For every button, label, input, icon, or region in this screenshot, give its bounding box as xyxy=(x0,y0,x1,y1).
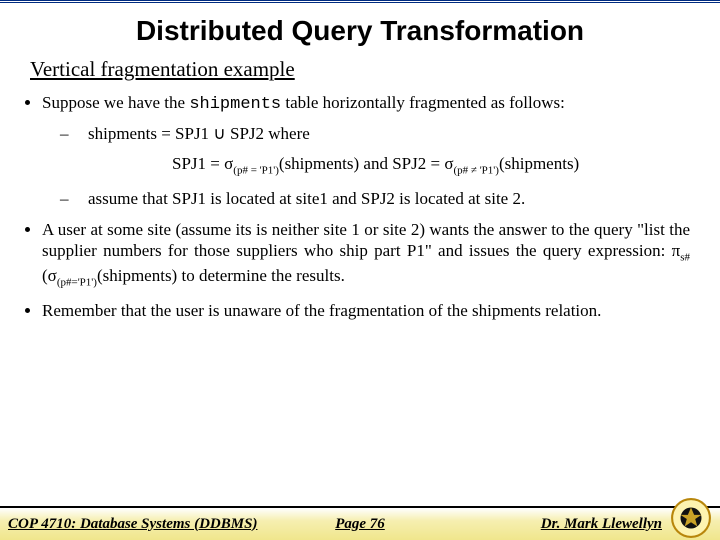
footer-left: COP 4710: Database Systems (DDBMS) xyxy=(8,516,257,533)
bullet1-code: shipments xyxy=(189,95,281,114)
bullet1-text-b: table horizontally fragmented as follows… xyxy=(281,93,565,112)
footer: COP 4710: Database Systems (DDBMS) Page … xyxy=(0,506,720,540)
bullet2-a: A user at some site (assume its is neith… xyxy=(42,220,690,260)
bullet2-sub1: s# xyxy=(680,252,690,264)
bullet-1: Suppose we have the shipments table hori… xyxy=(42,92,690,209)
sub-bullet-1: shipments = SPJ1 ∪ SPJ2 where xyxy=(60,123,690,144)
bullet-2: A user at some site (assume its is neith… xyxy=(42,219,690,291)
footer-right: Dr. Mark Llewellyn xyxy=(541,516,662,533)
formula-a: SPJ1 = σ xyxy=(172,154,233,173)
formula-sub2: (p# ≠ 'P1') xyxy=(454,164,499,176)
formula: SPJ1 = σ(p# = 'P1')(shipments) and SPJ2 … xyxy=(172,153,690,178)
bullet1-text-a: Suppose we have the xyxy=(42,93,189,112)
bullet2-c: (shipments) to determine the results. xyxy=(97,266,345,285)
sub2-text: assume that SPJ1 is located at site1 and… xyxy=(88,189,525,208)
page-title: Distributed Query Transformation xyxy=(0,15,720,47)
bullet-3: Remember that the user is unaware of the… xyxy=(42,300,690,321)
ucf-logo-icon xyxy=(670,497,712,539)
sub1-text: shipments = SPJ1 ∪ SPJ2 where xyxy=(88,124,310,143)
bullet2-sub2: (p#='P1') xyxy=(57,277,97,289)
formula-sub1: (p# = 'P1') xyxy=(233,164,279,176)
sub-bullet-2: assume that SPJ1 is located at site1 and… xyxy=(60,188,690,209)
bullet2-b: (σ xyxy=(42,266,57,285)
subtitle: Vertical fragmentation example xyxy=(30,57,720,82)
sub-list-2: assume that SPJ1 is located at site1 and… xyxy=(60,188,690,209)
formula-b: (shipments) and SPJ2 = σ xyxy=(279,154,454,173)
bullet-list: Suppose we have the shipments table hori… xyxy=(42,92,690,322)
sub-list-1: shipments = SPJ1 ∪ SPJ2 where xyxy=(60,123,690,144)
formula-c: (shipments) xyxy=(499,154,579,173)
slide: { "title": "Distributed Query Transforma… xyxy=(0,0,720,540)
footer-center: Page 76 xyxy=(335,516,385,533)
